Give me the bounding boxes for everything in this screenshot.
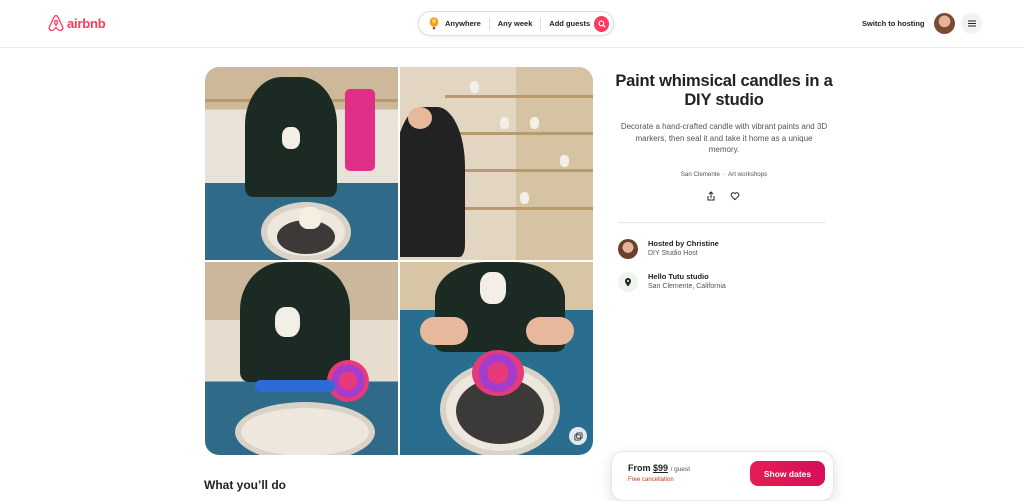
shelf xyxy=(445,207,593,210)
menu-icon xyxy=(967,23,976,24)
host-name: Hosted by Christine xyxy=(648,239,719,248)
search-button[interactable] xyxy=(594,15,609,32)
candle-figure xyxy=(470,81,479,93)
airbnb-logo[interactable]: airbnb xyxy=(48,14,106,32)
shelf xyxy=(445,132,593,135)
search-anywhere[interactable]: Anywhere xyxy=(441,12,489,35)
price-amount[interactable]: $99 xyxy=(653,463,668,473)
place-info[interactable]: Hello Tutu studio San Clemente, Californ… xyxy=(618,272,726,292)
place-name: Hello Tutu studio xyxy=(648,272,709,281)
listing-category[interactable]: Art workshops xyxy=(728,171,767,178)
gallery-grid-icon xyxy=(573,431,583,441)
host-role: DIY Studio Host xyxy=(648,250,698,257)
paint-bottle xyxy=(345,89,375,171)
gallery-photo-1[interactable] xyxy=(205,67,398,260)
listing-location[interactable]: San Clemente xyxy=(681,171,720,178)
host-avatar[interactable] xyxy=(618,239,638,259)
section-divider xyxy=(618,222,826,223)
logo-text: airbnb xyxy=(67,15,106,31)
top-header: airbnb Anywhere Any week Add guests Swit… xyxy=(0,0,1024,48)
show-all-photos-button[interactable] xyxy=(569,427,587,445)
painted-candle xyxy=(472,350,524,396)
right-hand xyxy=(526,317,574,345)
paint-marker xyxy=(255,380,335,392)
section-heading-what-youll-do: What you’ll do xyxy=(204,478,286,492)
price-per-guest: / guest xyxy=(670,466,691,473)
search-icon xyxy=(597,19,606,28)
host-face xyxy=(408,107,432,129)
user-avatar[interactable] xyxy=(934,13,955,34)
shelf xyxy=(445,169,593,172)
apron-logo xyxy=(282,127,300,149)
show-dates-button[interactable]: Show dates xyxy=(750,461,825,486)
main-menu-button[interactable] xyxy=(961,13,982,34)
meta-separator: · xyxy=(722,171,726,178)
price-line: From $99 / guest xyxy=(628,463,690,473)
free-cancellation-note: Free cancellation xyxy=(628,477,674,483)
gallery-photo-2[interactable] xyxy=(400,67,593,260)
switch-to-hosting-link[interactable]: Switch to hosting xyxy=(858,17,929,30)
candle-figure xyxy=(520,192,529,204)
balloon-icon xyxy=(428,17,441,31)
apron-logo xyxy=(480,272,506,304)
search-add-guests[interactable]: Add guests xyxy=(541,12,594,35)
share-icon[interactable] xyxy=(706,191,716,201)
search-any-week[interactable]: Any week xyxy=(490,12,541,35)
host-info[interactable]: Hosted by Christine DIY Studio Host xyxy=(618,239,719,259)
candle-figure xyxy=(500,117,509,129)
location-pin-icon xyxy=(618,272,638,292)
airbnb-logo-icon xyxy=(48,14,64,32)
candle-figure xyxy=(560,155,569,167)
heart-icon[interactable] xyxy=(730,191,740,201)
turntable xyxy=(235,402,375,455)
gallery-photo-4[interactable] xyxy=(400,262,593,455)
listing-title: Paint whimsical candles in a DIY studio xyxy=(615,72,833,109)
shelf xyxy=(445,95,593,98)
white-candle xyxy=(299,207,321,229)
place-location: San Clemente, California xyxy=(648,283,726,290)
left-hand xyxy=(420,317,468,345)
photo-gallery[interactable] xyxy=(205,67,593,455)
apron-logo xyxy=(275,307,300,337)
gallery-photo-3[interactable] xyxy=(205,262,398,455)
price-from-label: From xyxy=(628,463,651,473)
booking-card: From $99 / guest Free cancellation Show … xyxy=(611,451,834,501)
candle-figure xyxy=(530,117,539,129)
listing-description: Decorate a hand-crafted candle with vibr… xyxy=(620,122,828,154)
host-person xyxy=(400,107,465,257)
search-bar[interactable]: Anywhere Any week Add guests xyxy=(418,11,614,36)
listing-meta: San Clemente · Art workshops xyxy=(620,171,828,178)
